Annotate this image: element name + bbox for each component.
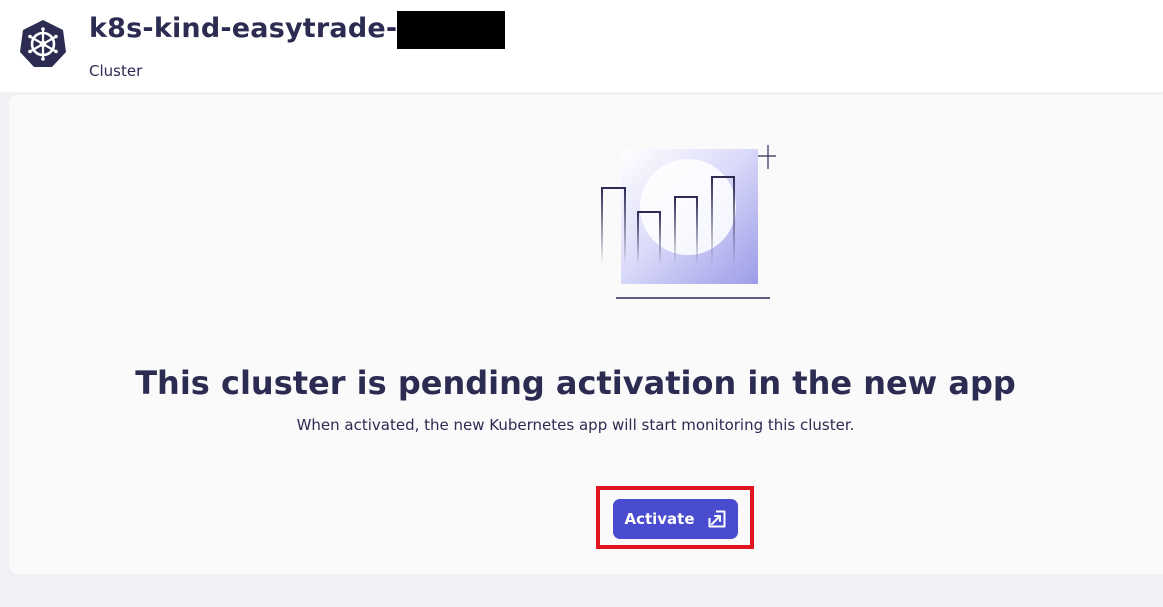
redacted-name-block — [397, 11, 506, 49]
bar-chart-illustration-icon — [576, 145, 780, 305]
pending-activation-heading: This cluster is pending activation in th… — [135, 364, 1016, 402]
kubernetes-icon — [19, 19, 67, 69]
activate-button[interactable]: Activate — [613, 499, 738, 539]
page-header: k8s-kind-easytrade- Cluster — [0, 0, 1163, 92]
page-title: k8s-kind-easytrade- — [89, 11, 506, 49]
activate-button-label: Activate — [624, 510, 695, 528]
activation-description: When activated, the new Kubernetes app w… — [296, 416, 855, 434]
entity-type-label: Cluster — [89, 62, 143, 80]
open-in-new-icon — [707, 509, 727, 529]
cluster-name: k8s-kind-easytrade- — [89, 13, 398, 44]
activation-card: This cluster is pending activation in th… — [9, 95, 1163, 574]
